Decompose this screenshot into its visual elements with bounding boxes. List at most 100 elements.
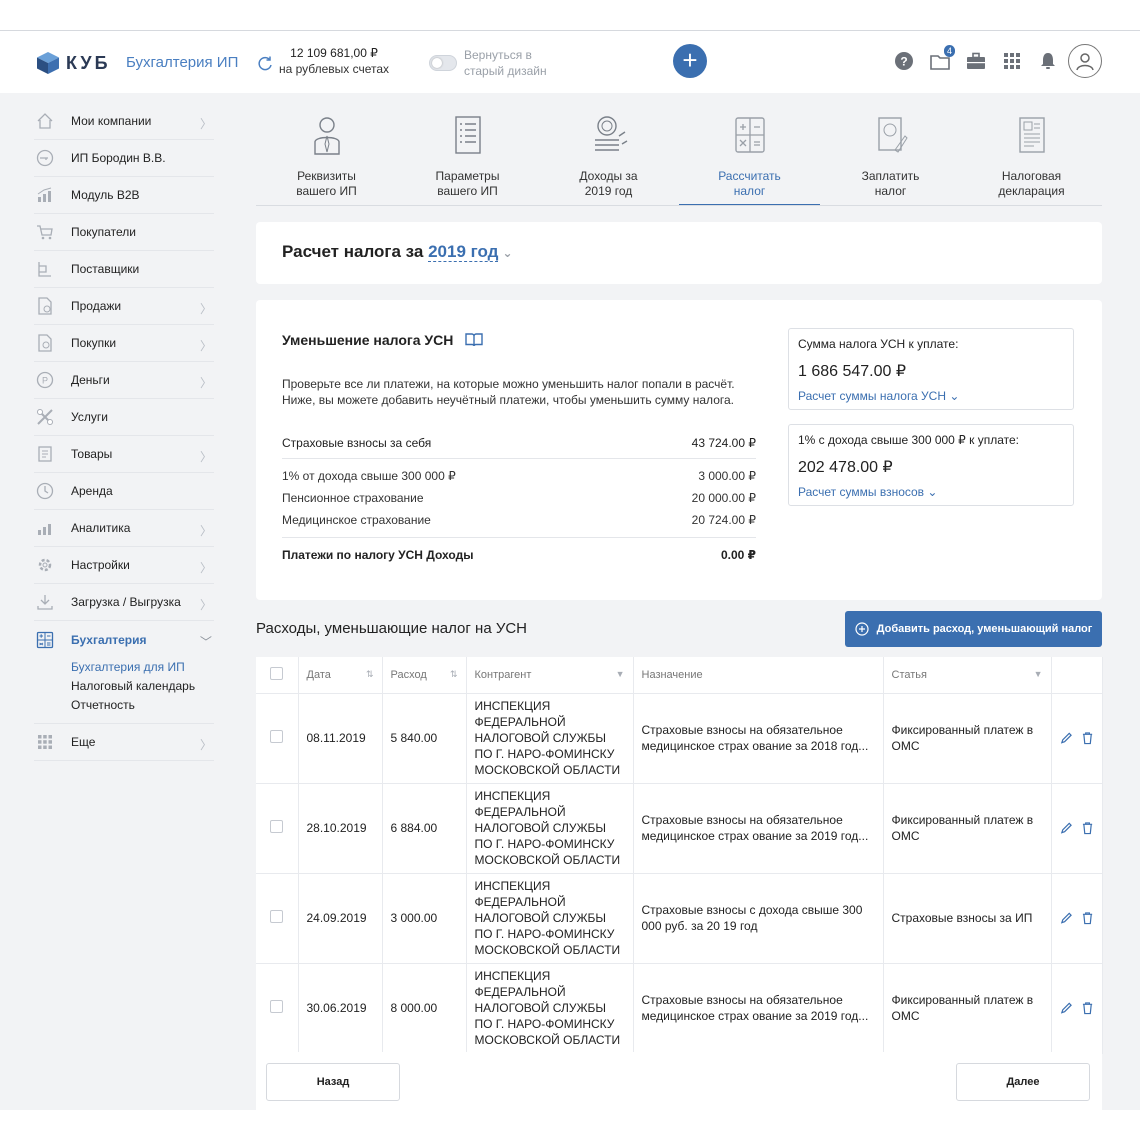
sidebar-item-label: Загрузка / Выгрузка	[71, 595, 181, 609]
sidebar-item-rent[interactable]: Аренда	[34, 473, 214, 510]
submenu-accounting-ip[interactable]: Бухгалтерия для ИП	[71, 658, 214, 677]
edit-icon[interactable]	[1060, 731, 1073, 745]
sort-icon[interactable]: ⇅	[450, 669, 458, 680]
sidebar-item-settings[interactable]: Настройки 〉	[34, 547, 214, 584]
table-header: Дата ⇅ Расход ⇅ Контрагент ▼ Назначение Ста…	[256, 657, 1103, 694]
row-checkbox[interactable]	[256, 693, 299, 784]
bell-icon[interactable]	[1037, 47, 1059, 75]
filter-icon[interactable]: ▼	[1034, 669, 1043, 679]
next-button[interactable]: Далее	[956, 1063, 1090, 1101]
logo[interactable]: КУБ	[36, 51, 111, 75]
cell-amount: 8 000.00	[382, 963, 467, 1054]
step-parameters[interactable]: Параметры вашего ИП	[397, 108, 538, 206]
delete-icon[interactable]	[1082, 731, 1093, 745]
goods-icon	[34, 443, 56, 465]
back-button[interactable]: Назад	[266, 1063, 400, 1101]
tax-breakdown: Страховые взносы за себя 43 724.00 ₽ 1% …	[282, 428, 756, 572]
sidebar-item-import-export[interactable]: Загрузка / Выгрузка 〉	[34, 584, 214, 621]
help-icon[interactable]: ?	[893, 47, 915, 75]
sidebar-item-b2b[interactable]: Модуль B2B	[34, 177, 214, 214]
usn-tax-summary: Сумма налога УСН к уплате: 1 686 547.00 …	[788, 328, 1074, 410]
step-declaration[interactable]: Налоговая декларация	[961, 108, 1102, 206]
usn-payments-row: Платежи по налогу УСН Доходы 0.00 ₽	[282, 537, 756, 572]
contribution-label: 1% с дохода свыше 300 000 ₽ к уплате:	[798, 433, 1020, 447]
accounting-icon	[34, 629, 56, 651]
year-selector[interactable]: 2019 год	[428, 242, 499, 262]
chevron-right-icon: 〉	[199, 598, 212, 612]
edit-icon[interactable]	[1060, 911, 1073, 925]
sidebar-item-suppliers[interactable]: Поставщики	[34, 251, 214, 288]
edit-icon[interactable]	[1060, 821, 1073, 835]
balance-widget[interactable]: 12 109 681,00 ₽ на рублевых счетах	[278, 46, 390, 76]
contribution-value: 202 478.00 ₽	[798, 459, 893, 476]
delete-icon[interactable]	[1082, 911, 1093, 925]
wizard-steps: Реквизиты вашего ИП Параметры вашего ИП До…	[256, 108, 1102, 206]
description-line: Проверьте все ли платежи, на которые мож…	[282, 377, 735, 391]
cell-amount: 5 840.00	[382, 693, 467, 784]
svg-text:P: P	[42, 376, 48, 386]
insurance-value: 43 724.00 ₽	[691, 436, 756, 450]
column-date[interactable]: Дата ⇅	[298, 657, 383, 694]
step-label: Налоговая декларация	[998, 169, 1065, 198]
step-pay-tax[interactable]: Заплатить налог	[820, 108, 961, 206]
cell-purpose: Страховые взносы с дохода свыше 300 000 …	[633, 873, 884, 964]
submenu-reports[interactable]: Отчетность	[71, 696, 214, 715]
breakdown-row: Пенсионное страхование 20 000.00 ₽	[282, 487, 756, 509]
sidebar-item-analytics[interactable]: Аналитика 〉	[34, 510, 214, 547]
sidebar-item-label: Продажи	[71, 299, 122, 313]
sidebar-item-purchases[interactable]: Покупки 〉	[34, 325, 214, 362]
filter-icon[interactable]: ▼	[616, 669, 625, 679]
column-amount[interactable]: Расход ⇅	[382, 657, 467, 694]
briefcase-icon[interactable]	[965, 47, 987, 75]
sidebar-item-ip[interactable]: ИП Бородин В.В.	[34, 140, 214, 177]
sort-icon[interactable]: ⇅	[366, 669, 374, 680]
sidebar-item-sales[interactable]: Продажи 〉	[34, 288, 214, 325]
documents-icon[interactable]: 4	[929, 45, 955, 75]
sidebar-item-accounting[interactable]: Бухгалтерия 〉	[34, 621, 214, 658]
step-income[interactable]: Доходы за 2019 год	[538, 108, 679, 206]
create-button[interactable]: +	[673, 44, 707, 78]
select-all-checkbox[interactable]	[256, 657, 299, 694]
apps-grid-icon[interactable]	[1001, 47, 1023, 75]
edit-icon[interactable]	[1060, 1001, 1073, 1015]
add-expense-button[interactable]: Добавить расход, уменьшающий налог	[845, 611, 1102, 647]
usn-payments-label: Платежи по налогу УСН Доходы	[282, 548, 474, 562]
row-checkbox[interactable]	[256, 783, 299, 874]
column-article[interactable]: Статья ▼	[883, 657, 1052, 694]
user-avatar-icon[interactable]	[1068, 44, 1102, 78]
expenses-title: Расходы, уменьшающие налог на УСН	[256, 620, 528, 637]
column-contractor[interactable]: Контрагент ▼	[466, 657, 634, 694]
chevron-right-icon: 〉	[199, 524, 212, 538]
sidebar-item-money[interactable]: P Деньги 〉	[34, 362, 214, 399]
submenu-tax-calendar[interactable]: Налоговый календарь	[71, 677, 214, 696]
step-label: Рассчитать налог	[718, 169, 781, 198]
row-checkbox[interactable]	[256, 963, 299, 1054]
contribution-summary: 1% с дохода свыше 300 000 ₽ к уплате: 20…	[788, 424, 1074, 506]
sidebar-item-goods[interactable]: Товары 〉	[34, 436, 214, 473]
sidebar-item-services[interactable]: Услуги	[34, 399, 214, 436]
sidebar-item-buyers[interactable]: Покупатели	[34, 214, 214, 251]
chevron-down-icon[interactable]: ⌄	[502, 246, 512, 260]
book-icon[interactable]	[465, 333, 484, 347]
cell-actions	[1051, 693, 1103, 784]
sidebar-item-more[interactable]: Еще 〉	[34, 724, 214, 761]
old-design-toggle[interactable]	[429, 55, 457, 71]
settings-icon	[34, 554, 56, 576]
delete-icon[interactable]	[1082, 1001, 1093, 1015]
delete-icon[interactable]	[1082, 821, 1093, 835]
chevron-down-icon: ⌄	[927, 485, 938, 499]
usn-calc-link[interactable]: Расчет суммы налога УСН ⌄	[798, 389, 1064, 403]
sidebar-item-label: Деньги	[71, 373, 110, 387]
step-calculate-tax[interactable]: Рассчитать налог	[679, 108, 820, 206]
refresh-icon[interactable]	[256, 55, 274, 73]
step-requisites[interactable]: Реквизиты вашего ИП	[256, 108, 397, 206]
contribution-calc-link[interactable]: Расчет суммы взносов ⌄	[798, 485, 1064, 499]
money-icon: P	[34, 369, 56, 391]
cell-date: 28.10.2019	[298, 783, 383, 874]
insurance-row: Страховые взносы за себя 43 724.00 ₽	[282, 428, 756, 459]
sidebar-item-companies[interactable]: Мои компании 〉	[34, 103, 214, 140]
add-expense-label: Добавить расход, уменьшающий налог	[876, 623, 1093, 635]
row-checkbox[interactable]	[256, 873, 299, 964]
cart-icon	[34, 221, 56, 243]
column-actions	[1051, 657, 1103, 694]
